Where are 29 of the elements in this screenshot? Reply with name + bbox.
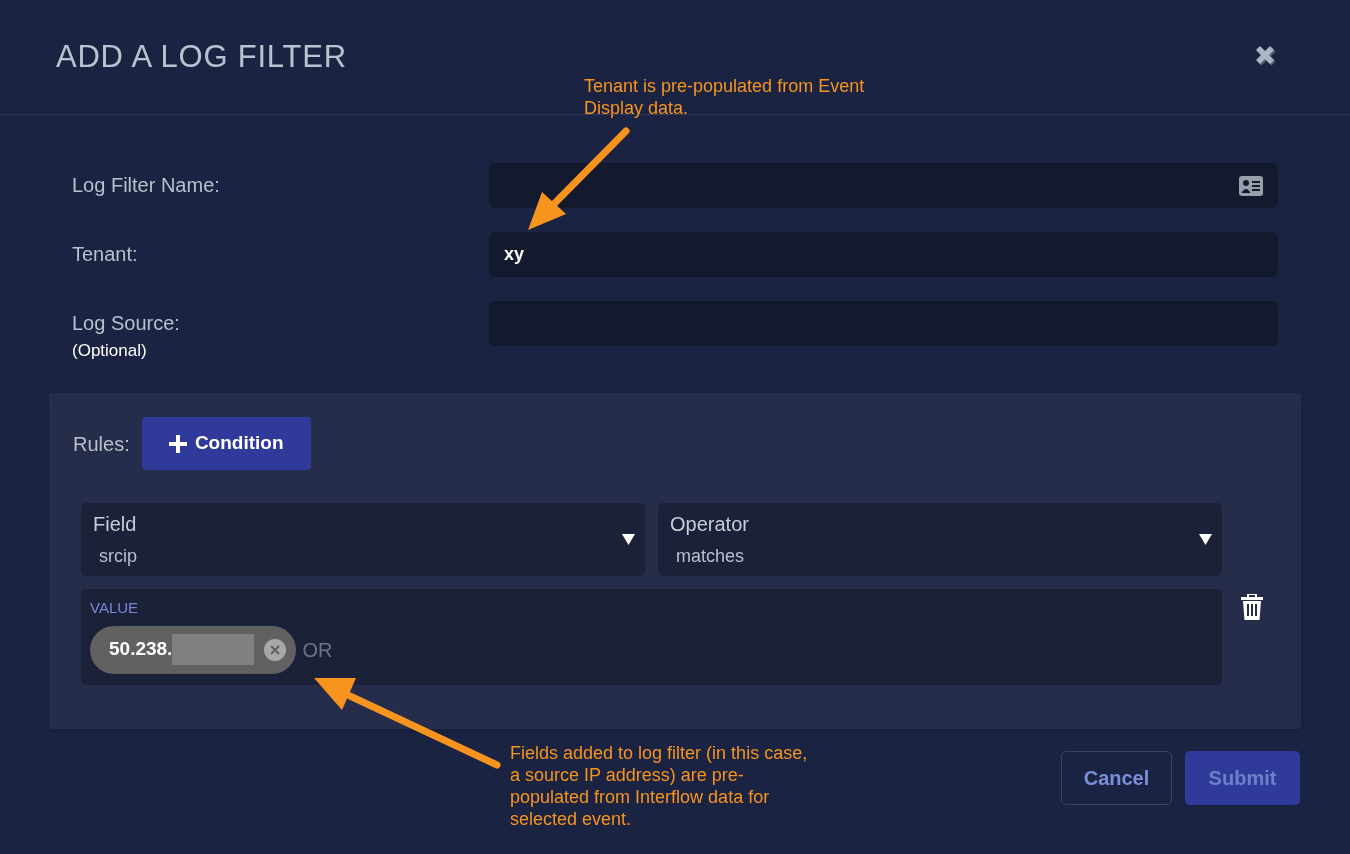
annotation-text: Tenant is pre-populated from Event Display data. <box>584 75 866 119</box>
rules-label: Rules: <box>73 431 130 457</box>
dialog-title: ADD A LOG FILTER <box>56 37 347 76</box>
plus-icon <box>168 434 187 453</box>
annotation-text: Fields added to log filter (in this case, a source IP address) are pre-populated from Interflow data for selected event. <box>510 742 809 830</box>
select-label: Field <box>93 512 137 537</box>
field-label: Log Filter Name: <box>72 173 221 198</box>
value-chip[interactable]: 50.238. <box>90 625 297 674</box>
optional-hint: (Optional) <box>72 340 148 362</box>
field-label: Log Source: <box>72 311 181 336</box>
select-value: srcip <box>98 545 137 568</box>
value-label: VALUE <box>90 598 140 618</box>
select-label: Operator <box>670 512 749 537</box>
caret-icon <box>622 534 635 545</box>
chip-text: 50.238. <box>109 637 173 662</box>
dropdown-select[interactable]: Operator matches <box>658 503 1222 576</box>
text-field[interactable] <box>489 163 1278 208</box>
caret-icon <box>1199 534 1212 545</box>
select-value: matches <box>675 545 746 568</box>
text-field[interactable]: xy <box>489 232 1278 277</box>
or-separator: OR <box>302 637 333 663</box>
field-label: Tenant: <box>72 242 139 267</box>
value-box[interactable]: VALUE 50.238. OR <box>81 589 1222 685</box>
add-condition-button[interactable]: Condition <box>141 417 311 470</box>
remove-icon[interactable] <box>264 638 287 661</box>
cancel-button[interactable]: Cancel <box>1061 751 1172 805</box>
trash-icon[interactable] <box>1241 594 1263 620</box>
dropdown-select[interactable]: Field srcip <box>81 503 645 576</box>
contact-card-icon <box>1239 175 1263 196</box>
